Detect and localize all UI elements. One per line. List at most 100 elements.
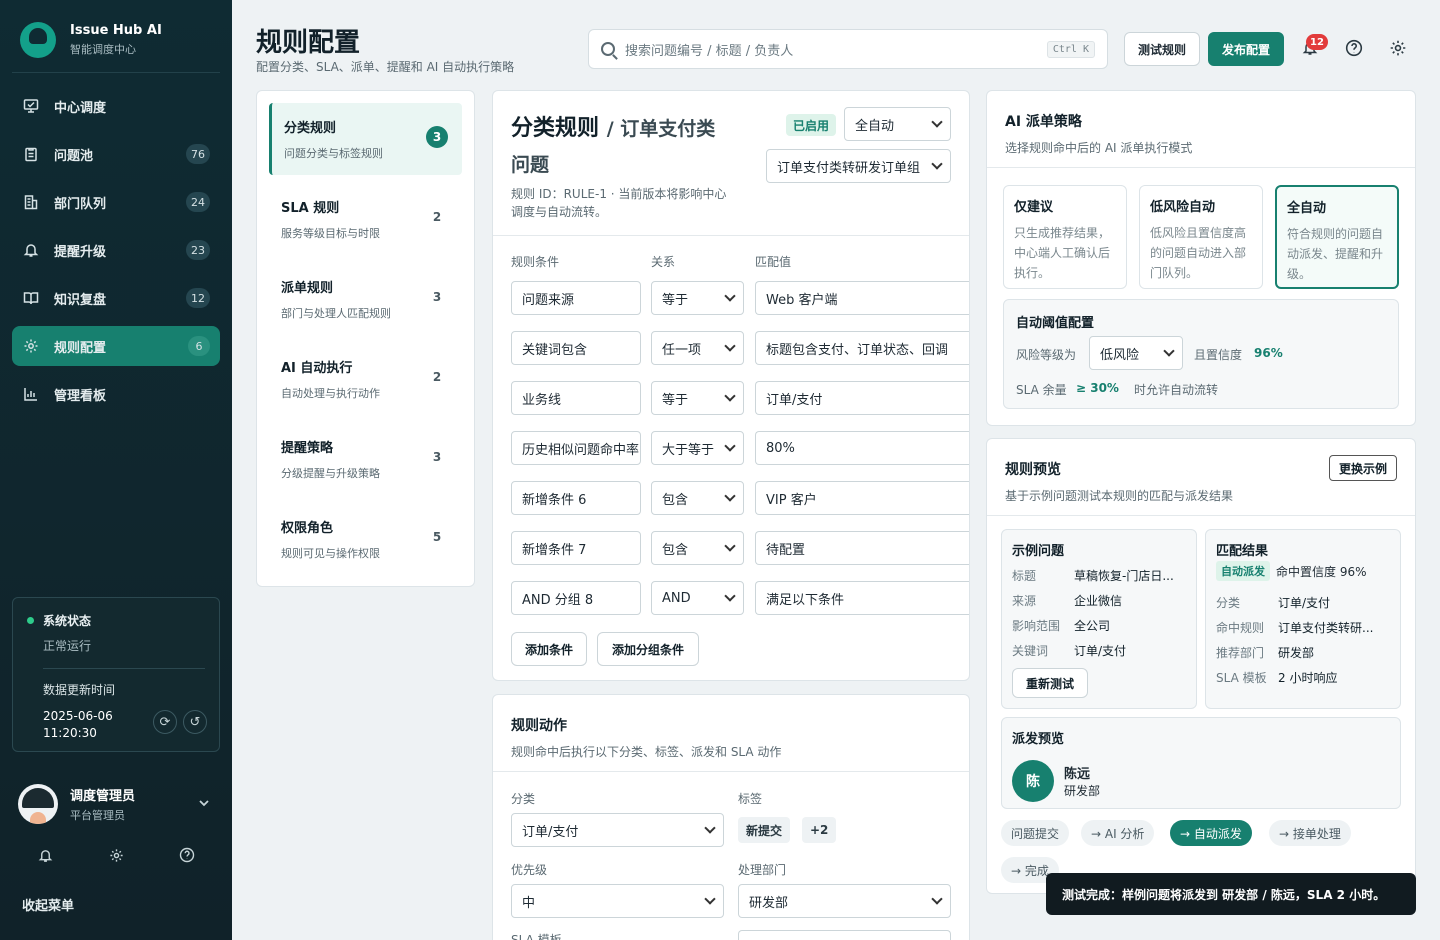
category-count: 2 (432, 210, 442, 224)
help-icon[interactable] (1344, 38, 1364, 58)
user-name: 调度管理员 (70, 789, 136, 804)
ai-strategy-card: AI 派单策略 选择规则命中后的 AI 派单执行模式 仅建议 只生成推荐结果，中… (986, 90, 1416, 426)
sidebar-item-issue-pool[interactable]: 问题池 76 (12, 134, 220, 174)
relation-select[interactable]: 大于等于 (651, 431, 744, 465)
mode-option-full-auto[interactable]: 全自动 符合规则的问题自动派发、提醒和升级。 (1275, 185, 1399, 289)
condition-field[interactable]: AND 分组 8 (511, 581, 641, 615)
category-item-reminder[interactable]: 提醒策略 分级提醒与升级策略 3 (269, 423, 462, 495)
match-value-field[interactable]: 订单/支付 (755, 381, 969, 415)
sidebar-item-knowledge[interactable]: 知识复盘 12 (12, 278, 220, 318)
kv-value: 订单/支付 (1278, 596, 1331, 610)
sidebar-item-reminders[interactable]: 提醒升级 23 (12, 230, 220, 270)
chevron-down-icon (1163, 345, 1175, 357)
sample-row: 影响范围 全公司 (1012, 618, 1186, 634)
category-count: 5 (432, 530, 442, 544)
settings-icon[interactable] (107, 846, 125, 864)
relation-select[interactable]: 等于 (651, 381, 744, 415)
category-label: 分类 (511, 792, 536, 806)
relation-select[interactable]: AND (651, 581, 744, 615)
match-value-field[interactable]: 待配置 (755, 531, 969, 565)
sidebar-item-dashboard[interactable]: 管理看板 (12, 374, 220, 414)
condition-field[interactable]: 历史相似问题命中率 (511, 431, 641, 465)
dispatch-preview-panel: 派发预览 陈 陈远 研发部 (1001, 717, 1401, 809)
category-item-roles[interactable]: 权限角色 规则可见与操作权限 5 (269, 503, 462, 575)
refresh-icon[interactable]: ⟳ (153, 710, 177, 734)
chevron-down-icon (724, 340, 736, 352)
search-input[interactable]: 搜索问题编号 / 标题 / 负责人 Ctrl K (588, 29, 1108, 69)
mode-option-suggest[interactable]: 仅建议 只生成推荐结果，中心端人工确认后执行。 (1003, 185, 1127, 289)
result-confidence: 命中置信度 96% (1276, 564, 1367, 579)
relation-select[interactable]: 包含 (651, 481, 744, 515)
collapse-menu-button[interactable]: 收起菜单 (22, 895, 74, 914)
test-rules-button[interactable]: 测试规则 (1124, 32, 1200, 66)
sample-row: 来源 企业微信 (1012, 593, 1186, 609)
category-select[interactable]: 订单/支付 (511, 813, 724, 847)
user-profile[interactable]: 调度管理员 平台管理员 (18, 784, 135, 824)
chevron-down-icon (724, 490, 736, 502)
condition-field[interactable]: 新增条件 6 (511, 481, 641, 515)
kv-value: 订单支付类转研... (1278, 621, 1374, 635)
tag-more-chip[interactable]: +2 (802, 817, 837, 843)
sla-template-select[interactable] (738, 930, 951, 940)
relation-select[interactable]: 包含 (651, 531, 744, 565)
mode-name: 全自动 (1287, 201, 1327, 216)
add-condition-button[interactable]: 添加条件 (511, 632, 587, 666)
mode-option-low-risk[interactable]: 低风险自动 低风险且置信度高的问题自动进入部门队列。 (1139, 185, 1263, 289)
publish-config-button[interactable]: 发布配置 (1208, 32, 1284, 66)
category-count: 3 (426, 126, 448, 148)
help-icon[interactable] (178, 846, 196, 864)
update-date: 2025-06-06 (43, 709, 113, 723)
flow-step-active: → 自动派发 (1170, 820, 1252, 846)
mode-desc: 低风险且置信度高的问题自动进入部门队列。 (1150, 226, 1247, 280)
relation-select[interactable]: 任一项 (651, 331, 744, 365)
brand[interactable]: Issue Hub AI 智能调度中心 (20, 22, 162, 58)
match-value-field[interactable]: VIP 客户 (755, 481, 969, 515)
kv-key: 来源 (1012, 594, 1037, 608)
settings-icon[interactable] (1388, 38, 1408, 58)
chevron-down-icon (724, 540, 736, 552)
condition-field[interactable]: 问题来源 (511, 281, 641, 315)
chevron-down-icon (724, 440, 736, 452)
match-value-field[interactable]: Web 客户端 (755, 281, 969, 315)
condition-field[interactable]: 新增条件 7 (511, 531, 641, 565)
sidebar-item-dispatch-center[interactable]: 中心调度 (12, 86, 220, 126)
category-item-classification[interactable]: 分类规则 问题分类与标签规则 3 (269, 103, 462, 175)
relation-value: 任一项 (662, 342, 702, 358)
sidebar-item-dept-queue[interactable]: 部门队列 24 (12, 182, 220, 222)
condition-field[interactable]: 关键词包含 (511, 331, 641, 365)
kv-value: 研发部 (1278, 646, 1315, 660)
status-title: 系统状态 (43, 614, 92, 628)
bell-icon[interactable] (36, 846, 54, 864)
nav-count-badge: 6 (188, 336, 210, 356)
priority-label: 优先级 (511, 863, 548, 877)
chevron-down-icon[interactable] (198, 797, 210, 812)
mode-select[interactable]: 全自动 (844, 107, 951, 141)
match-value-field[interactable]: 满足以下条件 (755, 581, 969, 615)
category-item-sla[interactable]: SLA 规则 服务等级目标与时限 2 (269, 183, 462, 255)
dept-select[interactable]: 研发部 (738, 884, 951, 918)
add-group-button[interactable]: 添加分组条件 (597, 632, 699, 666)
sidebar-item-rules-config[interactable]: 规则配置 6 (12, 326, 220, 366)
rule-title: 分类规则 / 订单支付类问题 (511, 111, 731, 183)
category-count: 3 (432, 450, 442, 464)
user-role: 平台管理员 (70, 809, 125, 822)
retest-button[interactable]: 重新测试 (1012, 668, 1088, 698)
relation-select[interactable]: 等于 (651, 281, 744, 315)
sidebar-item-label: 知识复盘 (54, 292, 107, 308)
tag-chip[interactable]: 新提交 (738, 817, 791, 843)
sidebar-divider (12, 72, 220, 73)
actions-subtitle: 规则命中后执行以下分类、标签、派发和 SLA 动作 (511, 745, 782, 759)
history-icon[interactable]: ↺ (183, 710, 207, 734)
change-sample-button[interactable]: 更换示例 (1329, 455, 1397, 481)
category-desc: 部门与处理人匹配规则 (281, 307, 391, 320)
condition-field[interactable]: 业务线 (511, 381, 641, 415)
group-select[interactable]: 订单支付类转研发订单组 (766, 149, 951, 183)
category-name: 提醒策略 (281, 441, 334, 456)
category-item-ai-auto[interactable]: AI 自动执行 自动处理与执行动作 2 (269, 343, 462, 415)
risk-level-select[interactable]: 低风险 (1089, 336, 1183, 370)
priority-select[interactable]: 中 (511, 884, 724, 918)
match-value-field[interactable]: 标题包含支付、订单状态、回调 (755, 331, 969, 365)
match-value-field[interactable]: 80% (755, 431, 969, 465)
category-item-dispatch[interactable]: 派单规则 部门与处理人匹配规则 3 (269, 263, 462, 335)
sla-margin-label: SLA 余量 (1016, 383, 1067, 397)
